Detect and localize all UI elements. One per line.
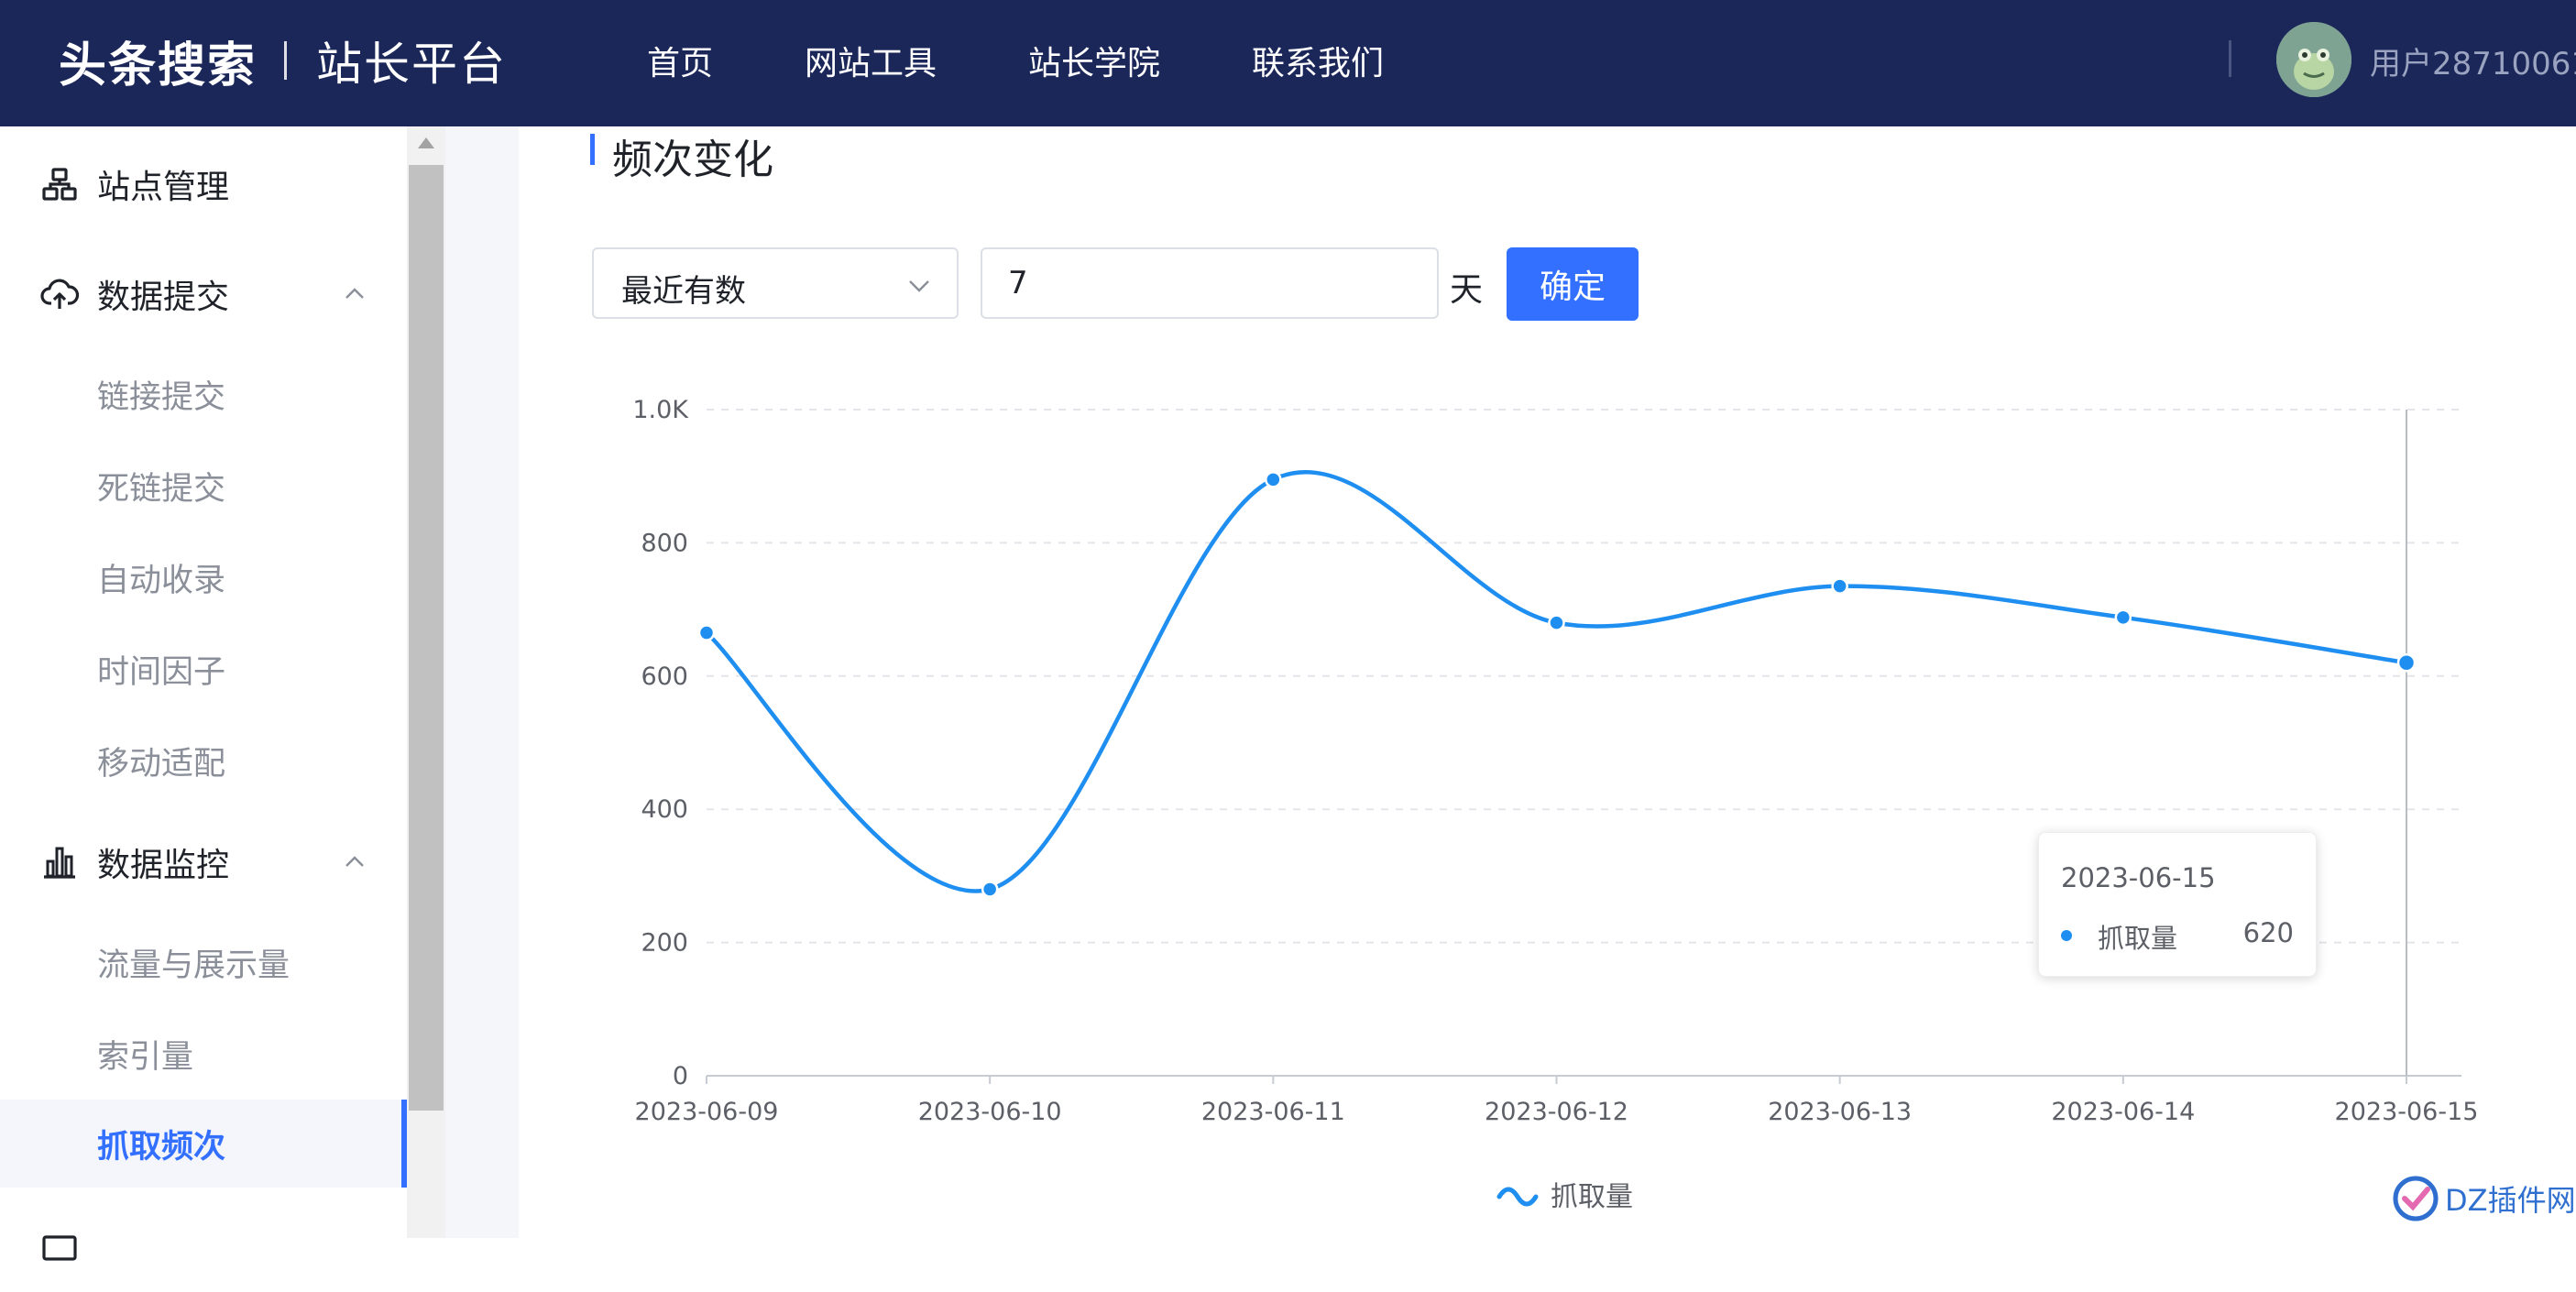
sidebar-sub-label: 链接提交	[97, 378, 226, 416]
watermark-text: DZ插件网	[2445, 1183, 2576, 1218]
site-watermark: DZ插件网	[2390, 1171, 2576, 1226]
sidebar-sub-label: 索引量	[97, 1038, 194, 1076]
sidebar-item-crawl-frequency[interactable]: 抓取频次	[0, 1100, 407, 1188]
section-title: 频次变化	[612, 137, 773, 183]
nav-contact[interactable]: 联系我们	[1252, 37, 1384, 84]
sidebar-item-index-count[interactable]: 索引量	[0, 1010, 407, 1098]
content-gutter	[445, 126, 519, 1238]
days-unit-label: 天	[1450, 271, 1484, 309]
username[interactable]: 用户28710061	[2370, 38, 2576, 83]
tooltip-value: 620	[2242, 917, 2294, 948]
tooltip-series-name: 抓取量	[2098, 923, 2178, 954]
section-accent-bar	[590, 134, 595, 165]
sidebar-item-site-manage[interactable]: 站点管理	[0, 143, 407, 225]
sidebar-label: 数据监控	[97, 847, 230, 884]
sidebar-label: 数据提交	[97, 279, 230, 316]
cloud-upload-icon	[40, 279, 79, 309]
sidebar-item-time-factor[interactable]: 时间因子	[0, 625, 407, 713]
sidebar-item-data-submit[interactable]: 数据提交	[0, 253, 407, 335]
tooltip-date: 2023-06-15	[2061, 862, 2216, 893]
days-input[interactable]	[981, 247, 1439, 319]
nav-home[interactable]: 首页	[647, 37, 713, 84]
sidebar-sub-label: 移动适配	[97, 745, 226, 783]
confirm-button[interactable]: 确定	[1507, 247, 1639, 321]
sidebar-sub-label: 死链提交	[97, 470, 226, 508]
user-divider	[2229, 40, 2231, 77]
tooltip-series-dot	[2061, 930, 2072, 941]
sidebar-item-dead-link-submit[interactable]: 死链提交	[0, 442, 407, 530]
brand-separator	[284, 41, 288, 80]
sidebar-label: 站点管理	[97, 169, 230, 206]
brand-logo[interactable]: 头条搜索 站长平台	[59, 26, 507, 95]
sitemap-icon	[42, 168, 77, 201]
sidebar-item-traffic[interactable]: 流量与展示量	[0, 918, 407, 1006]
nav-academy[interactable]: 站长学院	[1028, 37, 1160, 84]
sidebar-sub-label: 抓取频次	[97, 1128, 226, 1166]
monitor-icon	[42, 1235, 77, 1261]
avatar-frog-icon	[2276, 22, 2351, 97]
sidebar-sub-label: 流量与展示量	[97, 947, 290, 984]
sidebar-item-search-display[interactable]	[0, 1210, 407, 1292]
watermark-logo-icon	[2393, 1176, 2439, 1221]
brand-sub-text: 站长平台	[316, 38, 508, 91]
range-select-value: 最近有数	[621, 273, 746, 310]
chevron-down-icon	[909, 280, 929, 292]
sidebar-sub-label: 自动收录	[97, 562, 226, 599]
sidebar-item-data-monitor[interactable]: 数据监控	[0, 821, 407, 903]
sidebar-item-link-submit[interactable]: 链接提交	[0, 350, 407, 438]
bar-chart-icon	[44, 847, 75, 879]
scroll-up-arrow-icon[interactable]	[418, 137, 434, 148]
sidebar-item-auto-index[interactable]: 自动收录	[0, 533, 407, 621]
chevron-up-icon	[345, 288, 364, 299]
avatar[interactable]	[2276, 22, 2351, 97]
brand-main-text: 头条搜索	[59, 38, 258, 93]
top-nav: 首页 网站工具 站长学院 联系我们	[647, 31, 1475, 90]
sidebar-item-mobile-adapt[interactable]: 移动适配	[0, 717, 407, 805]
scrollbar-thumb[interactable]	[409, 165, 444, 1111]
chart-tooltip: 2023-06-15 抓取量 620	[2038, 832, 2317, 977]
sidebar-sub-label: 时间因子	[97, 653, 226, 691]
nav-site-tools[interactable]: 网站工具	[805, 37, 937, 84]
chevron-up-icon	[345, 856, 364, 867]
range-select[interactable]: 最近有数	[592, 247, 959, 319]
top-header: 头条搜索 站长平台 首页 网站工具 站长学院 联系我们 用户28710061	[0, 0, 2576, 126]
